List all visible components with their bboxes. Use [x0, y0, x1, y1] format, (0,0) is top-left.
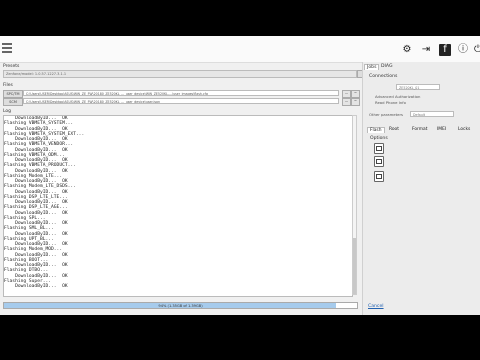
tab-imei[interactable]: IMEI [437, 127, 446, 132]
tab-locks[interactable]: Locks [458, 127, 470, 132]
file-button-2[interactable]: SCM [3, 98, 23, 106]
options-label: Options [370, 136, 388, 141]
phone-option-icon[interactable] [374, 171, 384, 182]
phone-option-icon[interactable] [374, 143, 384, 154]
exit-icon[interactable]: ⏻ [472, 44, 480, 56]
export-icon[interactable]: ⇥ [420, 44, 432, 56]
log-label: Log [3, 109, 12, 114]
facebook-icon[interactable]: f [439, 44, 451, 56]
file-button-1[interactable]: SPC/TM [3, 90, 23, 98]
connections-label: Connections [369, 74, 398, 79]
presets-label: Presets [3, 64, 20, 69]
file-remove-button-2[interactable]: − [351, 98, 360, 106]
screen: ⚙ ⇥ f ⓘ ⏻ Presets Zenfone/model: 1.0.57.… [0, 0, 480, 360]
file-remove-button-1[interactable]: − [351, 90, 360, 98]
advanced-authorization-label[interactable]: Advanced Authorization [375, 94, 420, 99]
log-scrollbar[interactable] [352, 115, 357, 295]
flash-tool-window: ⚙ ⇥ f ⓘ ⏻ Presets Zenfone/model: 1.0.57.… [0, 36, 480, 315]
file-path-2[interactable]: C:\Users\USER\Desktop\ASUS\WW_ZE_FW\2018… [23, 98, 339, 104]
log-view[interactable]: DownloadByID... OK Flashing VBMETA_SYSTEM… [3, 115, 353, 297]
info-icon[interactable]: ⓘ [457, 44, 469, 56]
progress-bar: 94% (1.35GB of 1.39GB) [3, 302, 358, 309]
presets-value: Zenfone/model: 1.0.57.1227.3.1.1 [6, 72, 67, 76]
toolbar: ⚙ ⇥ f ⓘ ⏻ [0, 36, 480, 63]
tab-flash[interactable]: Flash [367, 127, 385, 133]
other-parameters-field[interactable]: Default [410, 111, 454, 117]
cancel-link[interactable]: Cancel [368, 304, 384, 309]
log-line: DownloadByID... OK [4, 284, 68, 289]
file-path-1[interactable]: C:\Users\USER\Desktop\ASUS\WW_ZE_FW\2018… [23, 90, 339, 96]
tab-jobs[interactable]: Jobs [364, 64, 380, 70]
file-browse-button-2[interactable]: … [342, 98, 351, 106]
files-label: Files [3, 83, 13, 88]
file-browse-button-1[interactable]: … [342, 90, 351, 98]
other-parameters-label: Other parameters [369, 112, 404, 117]
tab-format[interactable]: Format [412, 127, 427, 132]
phone-option-icon[interactable] [374, 156, 384, 167]
progress-text: 94% (1.35GB of 1.39GB) [158, 304, 203, 308]
presets-select[interactable]: Zenfone/model: 1.0.57.1227.3.1.1 [3, 70, 357, 78]
tab-diag[interactable]: DIAG [381, 64, 393, 69]
connection-field[interactable]: ZE520KL_01 [396, 84, 440, 90]
letterbox-top [0, 0, 480, 36]
scrollbar-thumb[interactable] [353, 238, 356, 294]
menu-icon[interactable] [2, 43, 12, 55]
log-lines: DownloadByID... OK Flashing VBMETA_SYSTEM… [4, 116, 352, 289]
gear-icon[interactable]: ⚙ [401, 44, 413, 56]
read-phone-info-label[interactable]: Read Phone Info [375, 100, 406, 105]
letterbox-bottom [0, 315, 480, 360]
tab-root[interactable]: Root [389, 127, 399, 132]
